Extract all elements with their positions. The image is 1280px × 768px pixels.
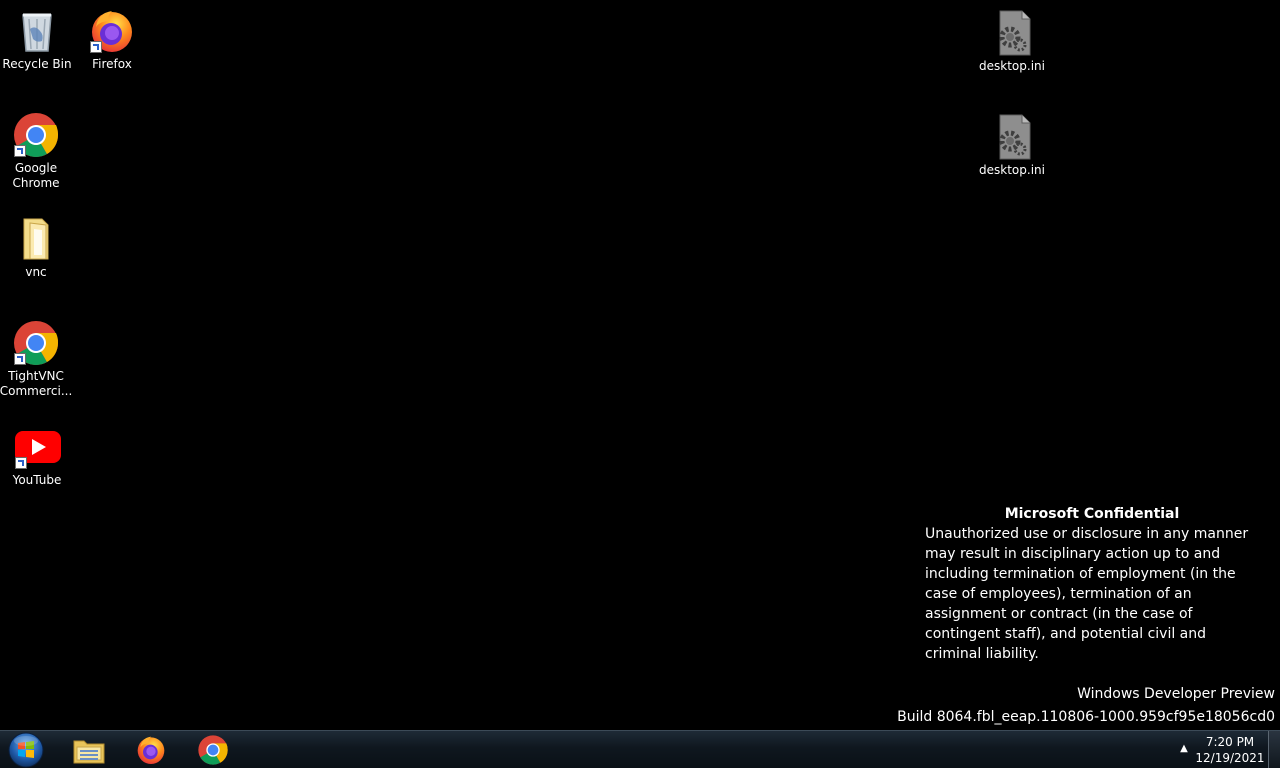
settings-file-icon <box>988 113 1036 161</box>
desktop-icon-label: Google Chrome <box>12 161 60 190</box>
shortcut-arrow-icon <box>14 353 26 365</box>
desktop-icon-label: desktop.ini <box>979 163 1045 177</box>
youtube-icon <box>13 423 61 471</box>
start-button[interactable] <box>6 732 46 768</box>
clock-date: 12/19/2021 <box>1195 751 1265 765</box>
firefox-icon <box>88 7 136 55</box>
desktop-icon-youtube[interactable]: YouTube <box>0 423 75 488</box>
file-explorer-icon <box>73 740 105 764</box>
shortcut-arrow-icon <box>15 457 27 469</box>
desktop-icon-recycle-bin[interactable]: Recycle Bin <box>0 7 75 72</box>
build-info: Windows Developer Preview Build 8064.fbl… <box>897 683 1275 729</box>
build-info-build: Build 8064.fbl_eeap.110806-1000.959cf95e… <box>897 709 1275 725</box>
chrome-icon <box>12 319 60 367</box>
show-hidden-icons-button[interactable]: ▲ <box>1178 741 1190 755</box>
shortcut-arrow-icon <box>14 145 26 157</box>
watermark-title: Microsoft Confidential <box>1004 506 1180 522</box>
taskbar-clock[interactable]: 7:20 PM 12/19/2021 <box>1195 734 1265 766</box>
desktop-icon-label: Firefox <box>92 57 132 71</box>
clock-time: 7:20 PM <box>1205 735 1255 749</box>
desktop-icon-vnc[interactable]: vnc <box>0 215 74 280</box>
recycle-bin-icon <box>13 7 61 55</box>
desktop-icon-label: YouTube <box>12 473 62 487</box>
taskbar-file-explorer-button[interactable] <box>61 732 117 768</box>
desktop-icon-desktop-ini-2[interactable]: desktop.ini <box>974 113 1050 178</box>
desktop-icon-label: Recycle Bin <box>2 57 72 71</box>
desktop-icon-desktop-ini-1[interactable]: desktop.ini <box>974 9 1050 74</box>
show-desktop-button[interactable] <box>1268 731 1280 768</box>
firefox-icon <box>137 736 165 764</box>
chrome-icon <box>12 111 60 159</box>
shortcut-arrow-icon <box>90 41 102 53</box>
desktop-icon-firefox[interactable]: Firefox <box>74 7 150 72</box>
windows-logo-icon <box>8 732 44 768</box>
taskbar-chrome-button[interactable] <box>185 732 241 768</box>
desktop-icon-tightvnc[interactable]: TightVNC Commerci... <box>0 319 74 399</box>
settings-file-icon <box>988 9 1036 57</box>
watermark-body: Unauthorized use or disclosure in any ma… <box>925 526 1249 662</box>
taskbar-firefox-button[interactable] <box>123 732 179 768</box>
desktop-icon-label: TightVNC Commerci... <box>0 369 73 398</box>
desktop-icon-google-chrome[interactable]: Google Chrome <box>0 111 74 191</box>
confidential-watermark: Microsoft Confidential Unauthorized use … <box>925 504 1265 664</box>
folder-icon <box>12 215 60 263</box>
chrome-icon <box>198 735 228 765</box>
build-info-product: Windows Developer Preview <box>1077 686 1275 702</box>
desktop-icon-label: desktop.ini <box>979 59 1045 73</box>
desktop-icon-label: vnc <box>25 265 47 279</box>
desktop[interactable]: Recycle Bin Firefox Google Chrome vnc Ti… <box>0 0 1280 730</box>
taskbar: ▲ 7:20 PM 12/19/2021 <box>0 730 1280 768</box>
